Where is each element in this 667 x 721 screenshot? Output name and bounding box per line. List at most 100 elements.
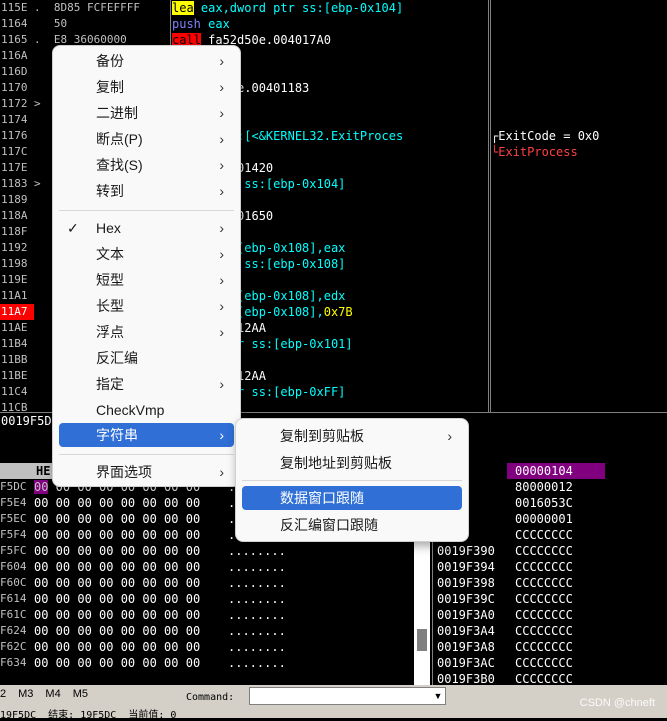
address-cell[interactable]: 117E xyxy=(0,160,34,176)
address-cell[interactable]: 1165 xyxy=(0,32,34,48)
menu-item-10[interactable]: 浮点 › xyxy=(59,320,234,344)
address-cell[interactable]: 115E xyxy=(0,0,34,16)
context-menu[interactable]: 备份 › 复制 › 二进制 › 断点(P) › 查找(S) › 转到 › ✓ Hex › 文本 › 短型 › 长型 › 浮… xyxy=(52,45,241,487)
dump-row[interactable]: F624 00 00 00 00 00 00 00 00........ xyxy=(0,623,432,639)
comment-cell xyxy=(491,384,667,400)
stack-row[interactable]: 0019F394 CCCCCCCC xyxy=(433,559,667,575)
address-cell[interactable]: 11BB xyxy=(0,352,34,368)
menu-item-3[interactable]: 断点(P) › xyxy=(59,127,234,151)
comment-cell xyxy=(491,272,667,288)
stack-row[interactable]: 0019F3A8 CCCCCCCC xyxy=(433,639,667,655)
dump-row[interactable]: F60C 00 00 00 00 00 00 00 00........ xyxy=(0,575,432,591)
stack-row[interactable]: 0019F3A0 CCCCCCCC xyxy=(433,607,667,623)
address-cell[interactable]: 116A xyxy=(0,48,34,64)
menu-item-4[interactable]: 查找(S) › xyxy=(59,153,234,177)
memory-tab-m4[interactable]: M4 xyxy=(45,688,60,700)
stack-row[interactable]: 0019F3B0 CCCCCCCC xyxy=(433,671,667,685)
memory-tab-m3[interactable]: M3 xyxy=(18,688,33,700)
dump-hex: 00 00 00 00 00 00 00 00 xyxy=(34,624,201,638)
chevron-right-icon: › xyxy=(219,324,224,340)
address-cell[interactable]: 11A1 xyxy=(0,288,34,304)
dump-hex: 00 00 00 00 00 00 00 00 xyxy=(34,576,201,590)
menu-item-1[interactable]: 复制地址到剪贴板 xyxy=(242,451,462,475)
menu-item-2[interactable]: 数据窗口跟随 xyxy=(242,486,462,510)
scroll-thumb[interactable] xyxy=(417,629,427,651)
menu-item-8[interactable]: 短型 › xyxy=(59,268,234,292)
comment-cell xyxy=(491,64,667,80)
stack-row[interactable]: 0019F3AC CCCCCCCC xyxy=(433,655,667,671)
menu-item-label: 界面选项 xyxy=(96,464,152,480)
menu-item-7[interactable]: 文本 › xyxy=(59,242,234,266)
address-cell[interactable]: 1174 xyxy=(0,112,34,128)
menu-item-14[interactable]: 字符串 › xyxy=(59,423,234,447)
dump-hex: 00 00 00 00 00 00 00 00 xyxy=(34,560,201,574)
comment-cell xyxy=(491,0,667,16)
address-cell[interactable]: 11CB xyxy=(0,400,34,412)
comment-cell xyxy=(491,208,667,224)
instruction-row[interactable]: lea eax,dword ptr ss:[ebp-0x104] xyxy=(172,0,488,16)
address-cell[interactable]: 118F xyxy=(0,224,34,240)
menu-item-0[interactable]: 备份 › xyxy=(59,49,234,73)
comment-cell xyxy=(491,48,667,64)
dump-address: F5E4 xyxy=(0,496,27,509)
dropdown-arrow-icon[interactable]: ▼ xyxy=(431,688,445,704)
comment-cell xyxy=(491,16,667,32)
address-cell[interactable]: 116D xyxy=(0,64,34,80)
comment-cell xyxy=(491,400,667,412)
menu-item-12[interactable]: 指定 › xyxy=(59,372,234,396)
dump-row[interactable]: F604 00 00 00 00 00 00 00 00........ xyxy=(0,559,432,575)
string-submenu[interactable]: 复制到剪贴板 › 复制地址到剪贴板数据窗口跟随反汇编窗口跟随 xyxy=(235,418,469,542)
stack-value: CCCCCCCC xyxy=(515,576,573,590)
comment-cell xyxy=(491,304,667,320)
instruction-token: lea xyxy=(172,1,194,15)
stack-row[interactable]: 0019F39C CCCCCCCC xyxy=(433,591,667,607)
address-cell[interactable]: 119E xyxy=(0,272,34,288)
memory-tab-2[interactable]: 2 xyxy=(0,688,6,700)
address-cell[interactable]: 1170 xyxy=(0,80,34,96)
dump-row[interactable]: F614 00 00 00 00 00 00 00 00........ xyxy=(0,591,432,607)
dump-row[interactable]: F5FC 00 00 00 00 00 00 00 00........ xyxy=(0,543,432,559)
menu-item-9[interactable]: 长型 › xyxy=(59,294,234,318)
memory-tab-m5[interactable]: M5 xyxy=(73,688,88,700)
menu-item-label: 查找(S) xyxy=(96,157,143,173)
address-cell[interactable]: 1176 xyxy=(0,128,34,144)
stack-address: 0019F3A4 xyxy=(437,624,495,638)
menu-item-label: 数据窗口跟随 xyxy=(280,490,364,506)
instruction-token: push xyxy=(172,17,201,31)
menu-item-11[interactable]: 反汇编 xyxy=(59,346,234,370)
stack-row[interactable]: 0019F398 CCCCCCCC xyxy=(433,575,667,591)
menu-item-0[interactable]: 复制到剪贴板 › xyxy=(242,424,462,448)
address-cell[interactable]: 11BE xyxy=(0,368,34,384)
address-cell[interactable]: 11AE xyxy=(0,320,34,336)
command-input[interactable]: ▼ xyxy=(249,687,446,705)
address-cell[interactable]: 1164 xyxy=(0,16,34,32)
menu-item-1[interactable]: 复制 › xyxy=(59,75,234,99)
address-cell[interactable]: 118A xyxy=(0,208,34,224)
address-cell[interactable]: 11A7 xyxy=(0,304,34,320)
address-cell[interactable]: 11C4 xyxy=(0,384,34,400)
address-cell[interactable]: 1198 xyxy=(0,256,34,272)
menu-item-15[interactable]: 界面选项 › xyxy=(59,460,234,484)
menu-item-6[interactable]: ✓ Hex › xyxy=(59,216,234,240)
menu-item-3[interactable]: 反汇编窗口跟随 xyxy=(242,513,462,537)
instruction-row[interactable]: push eax xyxy=(172,16,488,32)
menu-item-5[interactable]: 转到 › xyxy=(59,179,234,203)
address-cell[interactable]: 1189 xyxy=(0,192,34,208)
stack-address: 0019F398 xyxy=(437,576,495,590)
comment-cell xyxy=(491,112,667,128)
dump-row[interactable]: F634 00 00 00 00 00 00 00 00........ xyxy=(0,655,432,671)
instruction-token: 0x7B xyxy=(323,305,353,319)
address-cell[interactable]: 1192 xyxy=(0,240,34,256)
stack-row[interactable]: 0019F390 CCCCCCCC xyxy=(433,543,667,559)
dump-row[interactable]: F61C 00 00 00 00 00 00 00 00........ xyxy=(0,607,432,623)
address-cell[interactable]: 117C xyxy=(0,144,34,160)
address-cell[interactable]: 1183 xyxy=(0,176,34,192)
dump-row[interactable]: F62C 00 00 00 00 00 00 00 00........ xyxy=(0,639,432,655)
address-cell[interactable]: 1172 xyxy=(0,96,34,112)
menu-item-13[interactable]: CheckVmp xyxy=(59,398,234,422)
address-cell[interactable]: 11B4 xyxy=(0,336,34,352)
stack-row[interactable]: 0019F3A4 CCCCCCCC xyxy=(433,623,667,639)
menu-item-2[interactable]: 二进制 › xyxy=(59,101,234,125)
dump-address: F61C xyxy=(0,608,27,621)
selected-byte[interactable]: 00 xyxy=(34,480,49,494)
